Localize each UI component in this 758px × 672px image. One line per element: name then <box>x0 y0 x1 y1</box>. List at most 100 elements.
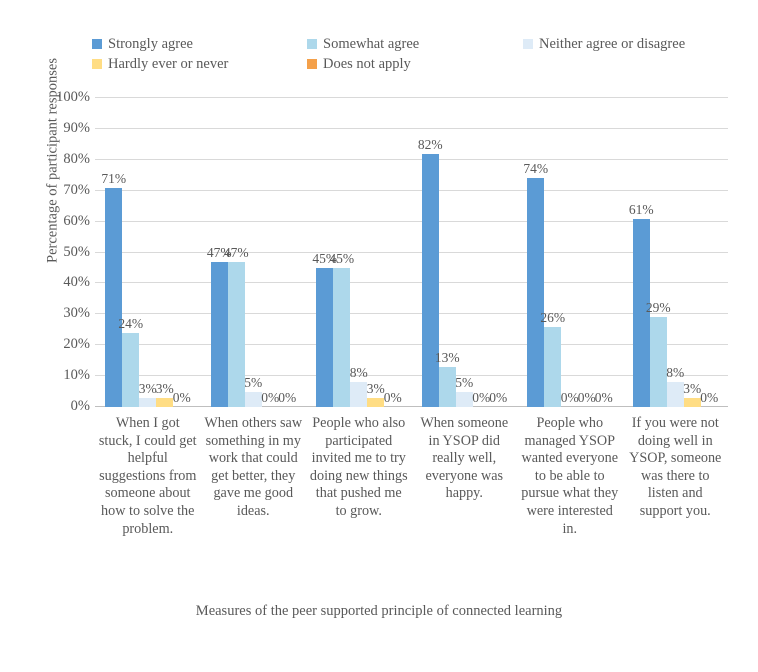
bar-value-label: 3% <box>155 380 174 396</box>
bar-value-label: 0% <box>261 390 280 405</box>
bar-3-2[interactable] <box>455 391 473 407</box>
bar-slot: 29% <box>646 97 671 407</box>
bar-slot: 0% <box>261 97 280 407</box>
bar-slot: 74% <box>523 97 548 407</box>
y-axis-tick-label: 90% <box>63 119 90 136</box>
bar-value-label: 3% <box>366 380 385 396</box>
y-axis-tick-label: 0% <box>70 398 90 414</box>
bar-slot: 0% <box>383 97 402 407</box>
x-axis-category-label-2: People who also participated invited me … <box>309 415 408 519</box>
bar-group-1: 47% 47% 5% 0% 0% <box>201 97 307 407</box>
x-axis-category-label-1: When others saw something in my work tha… <box>204 415 303 519</box>
bar-value-label: 5% <box>244 374 263 390</box>
x-axis-category-label-5: If you were not doing well in YSOP, some… <box>629 415 722 519</box>
bar-group-4: 74% 26% 0% 0% 0% <box>517 97 623 407</box>
bar-value-label: 3% <box>138 380 157 396</box>
bar-2-1[interactable] <box>333 267 351 407</box>
bars: 47% 47% 5% 0% 0% <box>201 97 307 407</box>
legend-swatch-icon <box>307 39 317 49</box>
legend-item-1[interactable]: Somewhat agree <box>307 34 523 54</box>
bar-0-2[interactable] <box>139 397 157 407</box>
bar-5-1[interactable] <box>649 317 667 407</box>
bar-value-label: 0% <box>472 390 491 405</box>
bar-value-label: 0% <box>383 390 402 405</box>
bar-3-1[interactable] <box>438 366 456 407</box>
bar-0-0[interactable] <box>105 187 123 407</box>
legend-item-4[interactable]: Does not apply <box>307 54 523 74</box>
bar-slot: 3% <box>138 97 157 407</box>
y-axis-tick-label: 60% <box>63 212 90 229</box>
bar-slot: 3% <box>683 97 702 407</box>
bar-slot: 26% <box>540 97 565 407</box>
bars: 82% 13% 5% 0% 0% <box>412 97 518 407</box>
bar-value-label: 3% <box>683 380 702 396</box>
legend-item-3[interactable]: Hardly ever or never <box>92 54 307 74</box>
bar-group-0: 71% 24% 3% 3% 0% <box>95 97 201 407</box>
chart-legend: Strongly agree Somewhat agree Neither agre… <box>92 34 712 74</box>
bar-5-3[interactable] <box>683 397 701 407</box>
legend-item-2[interactable]: Neither agree or disagree <box>523 34 712 54</box>
bar-slot: 8% <box>666 97 685 407</box>
x-axis-category-label-0: When I got stuck, I could get helpful su… <box>98 415 197 537</box>
bar-slot: 0% <box>594 97 613 407</box>
bar-chart: Strongly agree Somewhat agree Neither agre… <box>0 0 758 672</box>
y-axis-tick-label: 80% <box>63 150 90 167</box>
x-axis-title: Measures of the peer supported principle… <box>195 603 563 619</box>
bar-5-2[interactable] <box>666 382 684 407</box>
plot-area: 71% 24% 3% 3% 0% 47% 47% 5% 0% 0% 45% 45% 8% 3% 0% 82% 1… <box>95 97 728 407</box>
bar-slot: 61% <box>629 97 654 407</box>
bar-value-label: 0% <box>172 390 191 405</box>
bar-groups: 71% 24% 3% 3% 0% 47% 47% 5% 0% 0% 45% 45% 8% 3% 0% 82% 1… <box>95 97 728 407</box>
legend-item-label: Does not apply <box>323 55 411 72</box>
bar-4-1[interactable] <box>544 326 562 407</box>
bar-value-label: 5% <box>455 374 474 390</box>
y-axis-tick-label: 10% <box>63 367 90 384</box>
bar-value-label: 0% <box>560 390 579 405</box>
legend-item-label: Somewhat agree <box>323 35 420 52</box>
bar-slot: 71% <box>101 97 126 407</box>
bar-4-0[interactable] <box>527 178 545 407</box>
bar-slot: 0% <box>577 97 596 407</box>
x-axis-category-label-3: When someone in YSOP did really well, ev… <box>420 415 509 502</box>
bar-2-3[interactable] <box>367 397 385 407</box>
bar-group-3: 82% 13% 5% 0% 0% <box>412 97 518 407</box>
bar-slot: 47% <box>224 97 249 407</box>
bar-slot: 0% <box>560 97 579 407</box>
bar-2-0[interactable] <box>316 267 334 407</box>
bar-value-label: 8% <box>666 365 685 381</box>
bar-value-label: 0% <box>594 390 613 405</box>
legend-item-0[interactable]: Strongly agree <box>92 34 307 54</box>
y-axis-tick-label: 70% <box>63 181 90 198</box>
legend-item-label: Strongly agree <box>108 35 193 52</box>
bar-value-label: 0% <box>577 390 596 405</box>
legend-swatch-icon <box>92 39 102 49</box>
bar-slot: 0% <box>489 97 507 407</box>
bar-group-5: 61% 29% 8% 3% 0% <box>623 97 729 407</box>
y-axis-tick-label: 100% <box>56 89 90 105</box>
bar-slot: 13% <box>435 97 460 407</box>
bars: 71% 24% 3% 3% 0% <box>95 97 201 407</box>
y-axis-tick-label: 20% <box>63 336 90 353</box>
bar-0-1[interactable] <box>122 332 140 407</box>
bar-2-2[interactable] <box>350 382 368 407</box>
bar-1-2[interactable] <box>244 391 262 407</box>
bar-slot: 24% <box>118 97 143 407</box>
legend-swatch-icon <box>92 59 102 69</box>
bar-1-1[interactable] <box>227 261 245 407</box>
bar-slot: 0% <box>278 97 297 407</box>
bar-0-3[interactable] <box>156 397 174 407</box>
x-axis-category-label-4: People who managed YSOP wanted everyone … <box>521 415 619 537</box>
bar-slot: 0% <box>172 97 191 407</box>
bar-1-0[interactable] <box>210 261 228 407</box>
legend-item-label: Neither agree or disagree <box>539 35 686 52</box>
y-axis-tick-labels: 100% 90% 80% 70% 60% 50% 40% 30% 20% 10% 0% <box>38 89 90 414</box>
bar-value-label: 8% <box>349 365 368 381</box>
bars: 61% 29% 8% 3% 0% <box>623 97 729 407</box>
bar-value-label: 0% <box>278 390 297 405</box>
bar-3-0[interactable] <box>421 153 439 407</box>
bar-slot: 5% <box>455 97 474 407</box>
bars: 45% 45% 8% 3% 0% <box>306 97 412 407</box>
legend-item-label: Hardly ever or never <box>108 55 229 72</box>
legend-swatch-icon <box>523 39 533 49</box>
bar-slot: 0% <box>700 97 718 407</box>
